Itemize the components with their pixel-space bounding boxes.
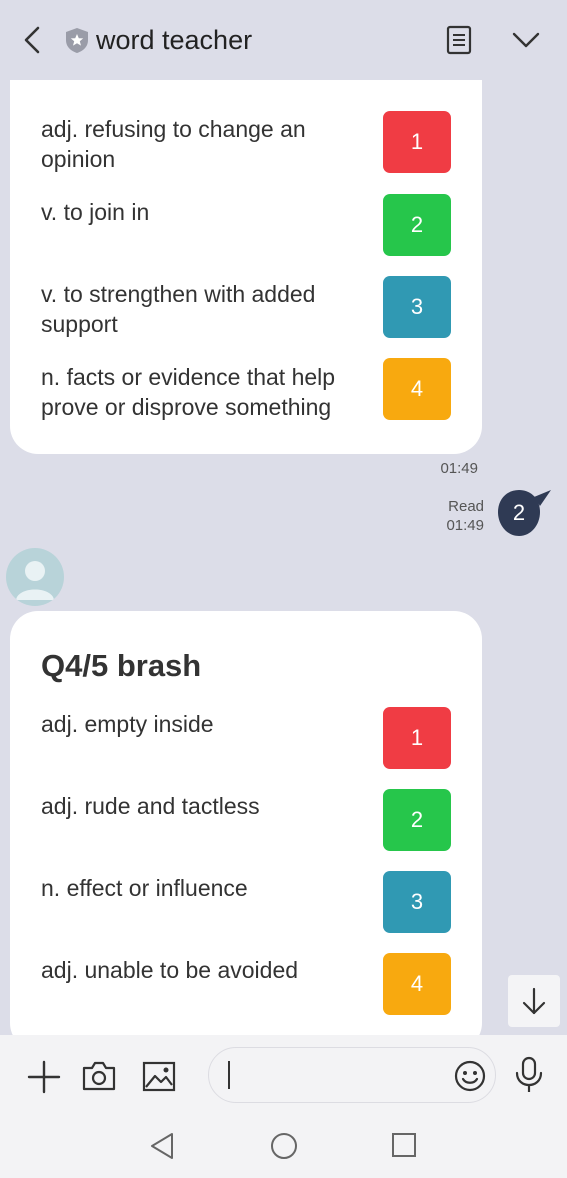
shield-star-icon xyxy=(66,28,88,53)
system-nav-bar xyxy=(0,1115,567,1178)
read-receipt: Read 01:49 xyxy=(420,497,484,535)
reply-time: 01:49 xyxy=(446,517,484,534)
option-text: adj. empty inside xyxy=(41,711,214,737)
nav-back-icon[interactable] xyxy=(148,1131,176,1161)
nav-recents-icon[interactable] xyxy=(391,1132,417,1158)
option-text: adj. rude and tactless xyxy=(41,793,260,819)
back-arrow-icon[interactable] xyxy=(18,22,46,58)
option-text: n. facts or evidence that help prove or … xyxy=(41,364,336,420)
option-button-2[interactable]: 2 xyxy=(383,194,451,256)
avatar[interactable] xyxy=(6,548,64,606)
nav-home-icon[interactable] xyxy=(269,1131,299,1161)
cut-off-quiz-title xyxy=(32,80,332,90)
my-message-bubble[interactable]: 2 xyxy=(498,488,551,538)
chat-header: word teacher xyxy=(0,0,567,80)
option-button-3[interactable]: 3 xyxy=(383,276,451,338)
arrow-down-icon xyxy=(522,987,546,1015)
message-input[interactable] xyxy=(225,1058,445,1092)
option-button-1[interactable]: 1 xyxy=(383,707,451,769)
default-avatar-icon xyxy=(16,561,54,600)
chevron-down-icon[interactable] xyxy=(509,24,543,56)
notes-icon[interactable] xyxy=(444,24,474,56)
message-input-field[interactable] xyxy=(208,1047,496,1103)
option-button-1[interactable]: 1 xyxy=(383,111,451,173)
option-button-3[interactable]: 3 xyxy=(383,871,451,933)
chat-title: word teacher xyxy=(96,25,253,55)
image-icon[interactable] xyxy=(141,1059,177,1093)
quiz-title: Q4/5 brash xyxy=(41,648,202,683)
option-button-4[interactable]: 4 xyxy=(383,358,451,420)
option-text: n. effect or influence xyxy=(41,875,248,901)
read-label: Read xyxy=(448,498,484,515)
message-time: 01:49 xyxy=(440,460,478,477)
emoji-icon[interactable] xyxy=(453,1059,487,1093)
option-text: adj. unable to be avoided xyxy=(41,957,299,983)
scroll-to-bottom-button[interactable] xyxy=(508,975,560,1027)
my-message-text: 2 xyxy=(512,500,526,525)
option-text: adj. refusing to change an opinion xyxy=(41,116,306,172)
option-text: v. to join in xyxy=(41,199,150,225)
option-button-4[interactable]: 4 xyxy=(383,953,451,1015)
plus-icon[interactable] xyxy=(26,1059,62,1095)
microphone-icon[interactable] xyxy=(512,1055,546,1095)
option-text: v. to strengthen with added support xyxy=(41,281,316,337)
option-button-2[interactable]: 2 xyxy=(383,789,451,851)
camera-icon[interactable] xyxy=(81,1059,117,1093)
